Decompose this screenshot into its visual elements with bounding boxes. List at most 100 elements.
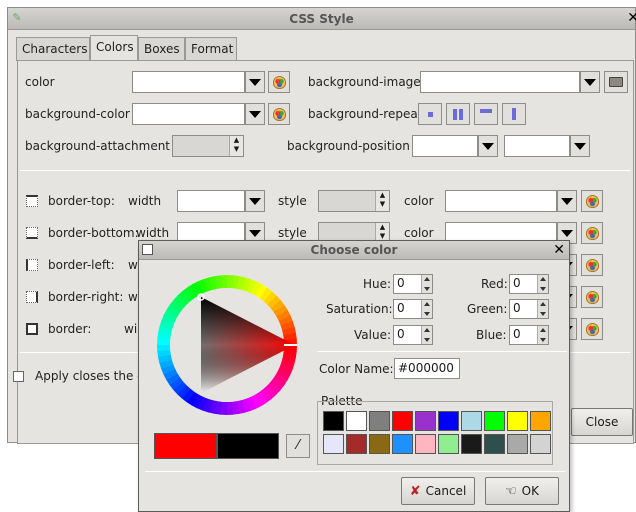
dialog-menu-icon[interactable] [142,244,153,255]
palette-swatch[interactable] [507,434,528,454]
repeat-y-button[interactable] [502,103,526,125]
palette-swatch[interactable] [415,434,436,454]
palette-swatch[interactable] [369,434,390,454]
repeat-x-button[interactable] [474,103,498,125]
spin-arrows-icon[interactable] [421,326,432,344]
background-attachment-combo[interactable]: ▲ ▼ [172,135,244,157]
ok-button[interactable]: ☜ OK [485,477,559,505]
palette-swatch[interactable] [392,434,413,454]
palette-swatch[interactable] [461,434,482,454]
apply-closes-checkbox[interactable] [13,371,24,382]
repeat-none-button[interactable] [418,103,442,125]
palette-swatch[interactable] [484,434,505,454]
color-name-label: Color Name: [319,362,394,376]
hue-segment[interactable] [226,401,234,415]
background-position-y-entry[interactable] [504,135,570,157]
palette-swatch[interactable] [369,411,390,431]
tab-characters[interactable]: Characters [16,37,90,61]
cancel-button[interactable]: ✘ Cancel [401,477,475,505]
palette-swatch[interactable] [323,434,344,454]
background-position-y-dropdown-button[interactable] [570,135,590,157]
palette-swatch[interactable] [438,411,459,431]
tab-format[interactable]: Format [185,37,237,61]
palette-icon [585,322,599,336]
spin-arrows-icon[interactable] [537,326,548,344]
tab-boxes[interactable]: Boxes [138,37,185,61]
dialog-title-bar[interactable]: Choose color ✕ [139,241,569,260]
border-all-icon [26,323,38,335]
repeat-both-button[interactable] [446,103,470,125]
green-spin[interactable]: 0 [509,299,549,319]
palette-swatch[interactable] [346,434,367,454]
border-color-picker-button[interactable] [581,318,603,340]
background-color-picker-button[interactable] [268,103,290,125]
palette-swatch[interactable] [461,411,482,431]
border-right-color-picker-button[interactable] [581,286,603,308]
background-color-label: background-color [25,107,130,121]
border-top-color-picker-button[interactable] [581,190,603,212]
color-dropdown-button[interactable] [245,71,265,93]
tab-label: Characters [22,42,88,56]
color-name-entry[interactable]: #000000 [394,358,460,379]
palette-swatch[interactable] [392,411,413,431]
up-down-arrows-icon: ▲ ▼ [375,191,389,211]
palette-icon [272,107,286,121]
background-color-entry[interactable] [132,103,245,125]
background-image-dropdown-button[interactable] [580,71,600,93]
blue-spin[interactable]: 0 [509,325,549,345]
palette-swatch[interactable] [507,411,528,431]
tab-label: Format [191,42,234,56]
eyedropper-button[interactable]: ⁄ [286,434,310,458]
border-bottom-width-label: width [136,226,170,240]
spin-arrows-icon[interactable] [537,300,548,318]
red-spin[interactable]: 0 [509,274,549,294]
palette-swatch[interactable] [323,411,344,431]
apply-closes-label: Apply closes the d [35,369,145,383]
background-color-dropdown-button[interactable] [245,103,265,125]
border-top-color-dropdown-button[interactable] [557,190,577,212]
repeat-icon [452,108,464,120]
hue-spin[interactable]: 0 [393,274,433,294]
value-spin[interactable]: 0 [393,325,433,345]
palette-swatch[interactable] [530,411,551,431]
background-position-x-entry[interactable] [412,135,478,157]
border-left-color-picker-button[interactable] [581,254,603,276]
color-picker-button[interactable] [268,71,290,93]
browse-folder-button[interactable] [604,71,628,93]
tab-colors[interactable]: Colors [90,35,138,62]
dialog-close-icon[interactable]: ✕ [553,240,565,260]
saturation-spin[interactable]: 0 [393,299,433,319]
border-top-icon [26,195,38,207]
spin-arrows-icon[interactable] [421,275,432,293]
title-bar[interactable]: ✎ CSS Style ✕ [8,8,636,30]
palette-swatch[interactable] [530,434,551,454]
palette-swatch[interactable] [346,411,367,431]
palette-swatch[interactable] [484,411,505,431]
hue-segment[interactable] [220,275,228,289]
saturation-value: 0 [397,301,405,315]
hue-segment[interactable] [157,344,171,352]
background-position-x-dropdown-button[interactable] [478,135,498,157]
close-button[interactable]: Close [571,408,633,436]
hue-label: Hue: [363,277,392,291]
border-top-width-dropdown-button[interactable] [245,190,265,212]
close-button-label: Close [585,415,619,429]
border-bottom-color-label: color [404,226,434,240]
border-top-style-combo[interactable]: ▲ ▼ [318,190,390,212]
border-top-style-label: style [278,194,307,208]
blue-value: 0 [513,327,521,341]
palette-swatch[interactable] [438,434,459,454]
color-combo-entry[interactable] [132,71,245,93]
hue-wheel[interactable] [156,274,298,416]
color-name-value: #000000 [398,361,454,375]
border-bottom-color-picker-button[interactable] [581,222,603,244]
border-top-color-entry[interactable] [445,190,557,212]
spin-arrows-icon[interactable] [421,300,432,318]
close-icon[interactable]: ✕ [627,8,636,28]
background-image-entry[interactable] [420,71,580,93]
palette-swatch[interactable] [415,411,436,431]
palette-icon [272,75,286,89]
border-top-width-entry[interactable] [177,190,245,212]
cancel-button-label: Cancel [425,484,467,498]
spin-arrows-icon[interactable] [537,275,548,293]
